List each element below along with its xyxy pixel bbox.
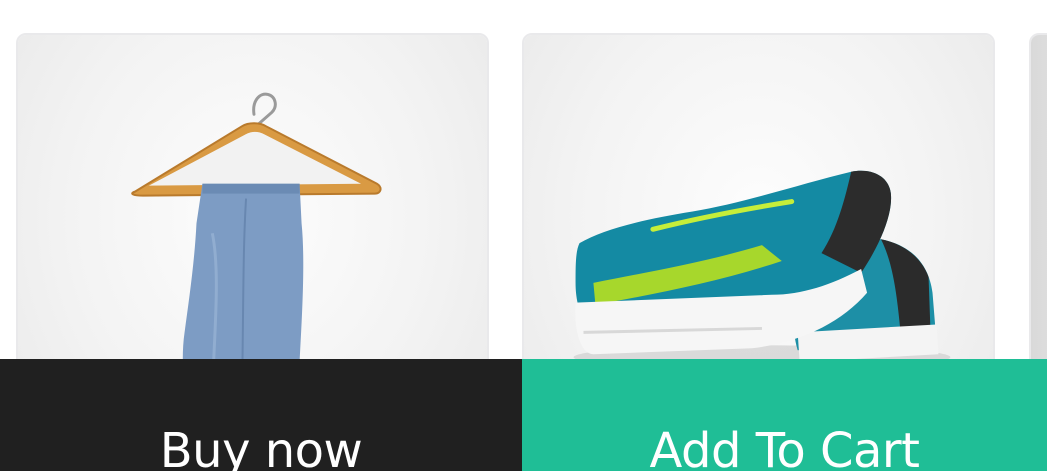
action-bar: Buy now Add To Cart xyxy=(0,359,1047,471)
product-carousel: Buy now Add To Cart xyxy=(0,0,1047,471)
add-to-cart-button[interactable]: Add To Cart xyxy=(522,359,1047,471)
buy-now-button[interactable]: Buy now xyxy=(0,359,522,471)
buy-now-label: Buy now xyxy=(159,423,363,471)
add-to-cart-label: Add To Cart xyxy=(649,423,920,471)
